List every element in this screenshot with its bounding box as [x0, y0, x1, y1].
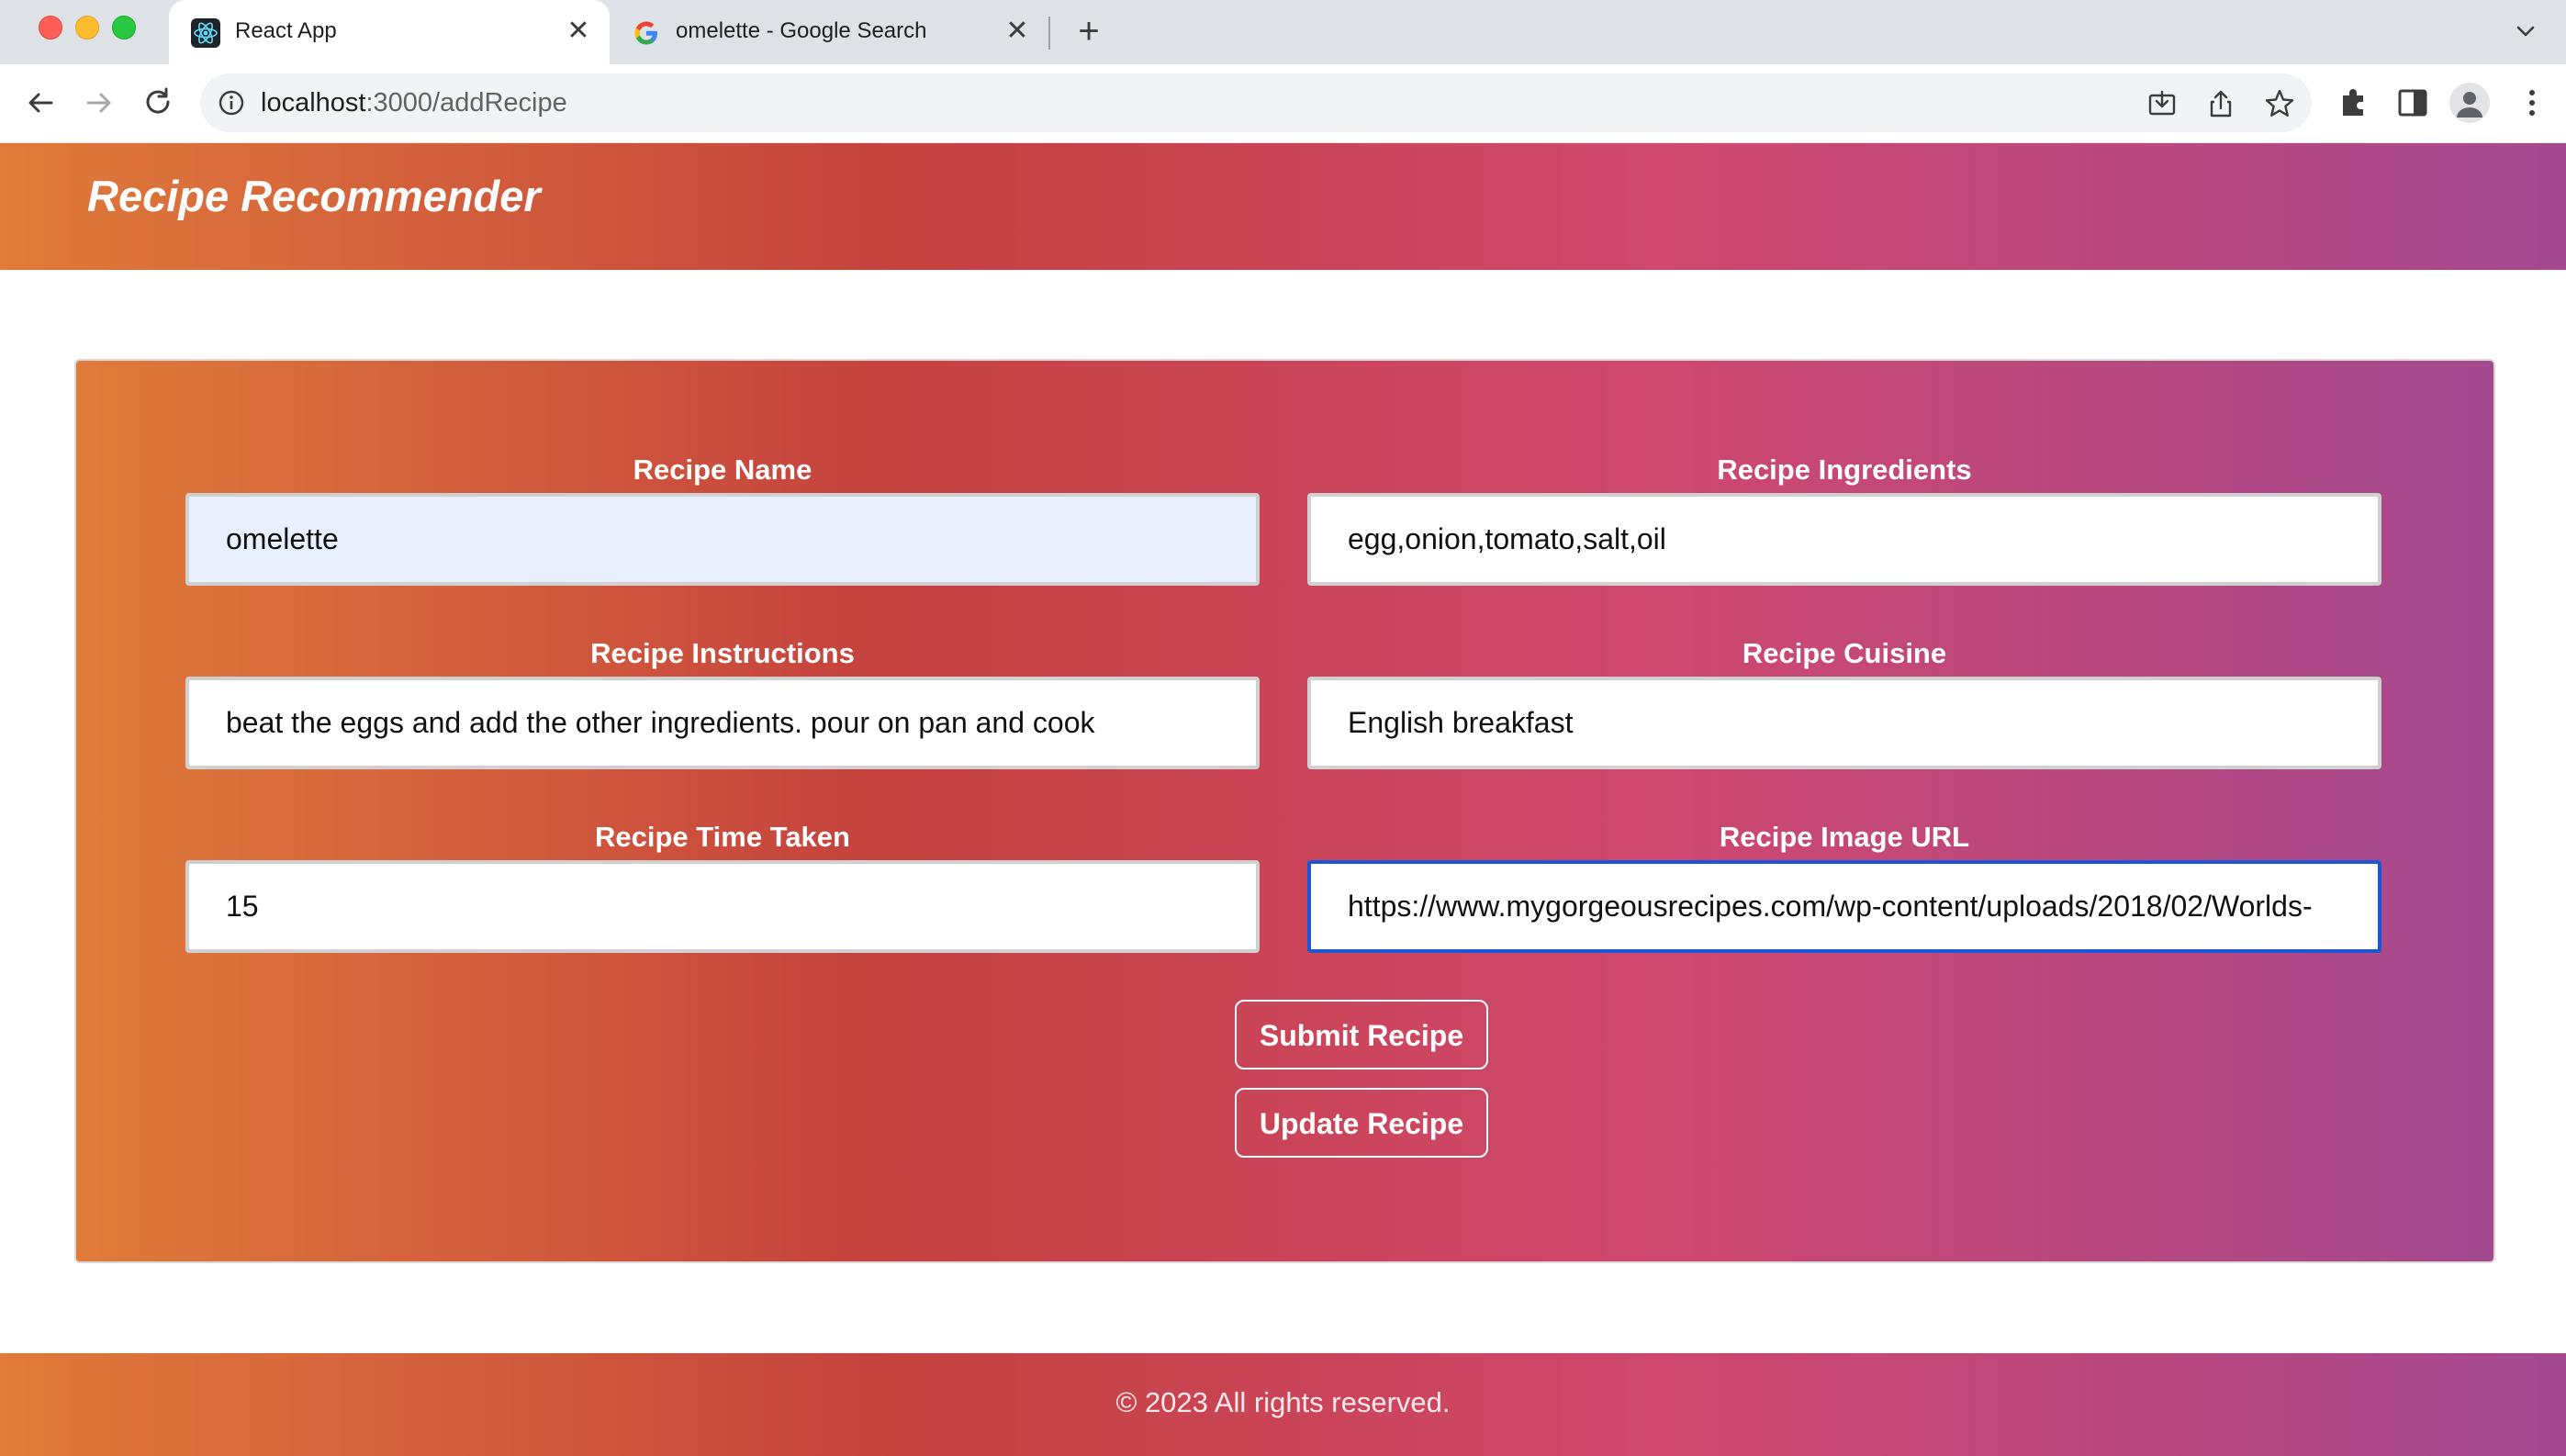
- window-maximize-button[interactable]: [112, 16, 136, 39]
- close-icon[interactable]: ✕: [564, 17, 593, 46]
- recipe-time-input[interactable]: [185, 860, 1260, 953]
- tab-google-search[interactable]: omelette - Google Search ✕: [610, 0, 1048, 64]
- more-menu-icon[interactable]: [2514, 84, 2550, 121]
- update-recipe-button[interactable]: Update Recipe: [1235, 1088, 1488, 1158]
- recipe-name-input[interactable]: [185, 493, 1260, 586]
- reload-icon[interactable]: [138, 83, 178, 123]
- add-recipe-form: Recipe Name Recipe Ingredients Recipe In…: [74, 359, 2495, 1263]
- close-icon[interactable]: ✕: [1003, 17, 1032, 46]
- app-footer: © 2023 All rights reserved.: [0, 1353, 2566, 1456]
- browser-toolbar: localhost:3000/addRecipe: [0, 64, 2566, 143]
- extensions-puzzle-icon[interactable]: [2336, 84, 2372, 121]
- tab-separator: [1048, 17, 1050, 50]
- recipe-cuisine-input[interactable]: [1307, 677, 2381, 769]
- recipe-cuisine-label: Recipe Cuisine: [1742, 637, 1947, 669]
- recipe-ingredients-label: Recipe Ingredients: [1717, 454, 1972, 486]
- info-icon[interactable]: [217, 88, 246, 118]
- tab-title: omelette - Google Search: [676, 18, 927, 43]
- url-text[interactable]: localhost:3000/addRecipe: [261, 88, 567, 118]
- tab-react-app[interactable]: React App ✕: [169, 0, 610, 64]
- google-g-icon: [634, 21, 657, 45]
- chevron-down-icon[interactable]: [2511, 17, 2540, 46]
- react-logo-icon: [191, 18, 220, 48]
- address-bar[interactable]: localhost:3000/addRecipe: [200, 73, 2312, 132]
- tab-title: React App: [235, 18, 337, 43]
- share-icon[interactable]: [2205, 88, 2236, 119]
- copyright-text: © 2023 All rights reserved.: [1115, 1386, 1451, 1418]
- bookmark-star-icon[interactable]: [2264, 88, 2295, 119]
- recipe-image-url-input[interactable]: [1307, 860, 2381, 953]
- app-header: Recipe Recommender: [0, 143, 2566, 270]
- app-title: Recipe Recommender: [87, 172, 541, 220]
- recipe-instructions-label: Recipe Instructions: [590, 637, 855, 669]
- install-app-icon[interactable]: [2146, 88, 2178, 119]
- browser-tab-bar: React App ✕ omelette - Google Search ✕ +: [0, 0, 2566, 64]
- url-path: :3000/addRecipe: [365, 88, 567, 118]
- recipe-ingredients-input[interactable]: [1307, 493, 2381, 586]
- profile-avatar[interactable]: [2449, 83, 2490, 123]
- new-tab-plus-icon[interactable]: +: [1070, 13, 1107, 50]
- back-arrow-icon[interactable]: [20, 83, 61, 123]
- forward-arrow-icon[interactable]: [79, 83, 119, 123]
- recipe-instructions-input[interactable]: [185, 677, 1260, 769]
- recipe-image-url-label: Recipe Image URL: [1719, 821, 1970, 853]
- recipe-time-label: Recipe Time Taken: [595, 821, 850, 853]
- window-minimize-button[interactable]: [75, 16, 99, 39]
- person-icon: [2457, 92, 2482, 118]
- side-panel-icon[interactable]: [2394, 84, 2431, 121]
- url-host: localhost: [261, 88, 366, 118]
- recipe-name-label: Recipe Name: [633, 454, 812, 486]
- submit-recipe-button[interactable]: Submit Recipe: [1235, 1000, 1488, 1070]
- window-close-button[interactable]: [39, 16, 62, 39]
